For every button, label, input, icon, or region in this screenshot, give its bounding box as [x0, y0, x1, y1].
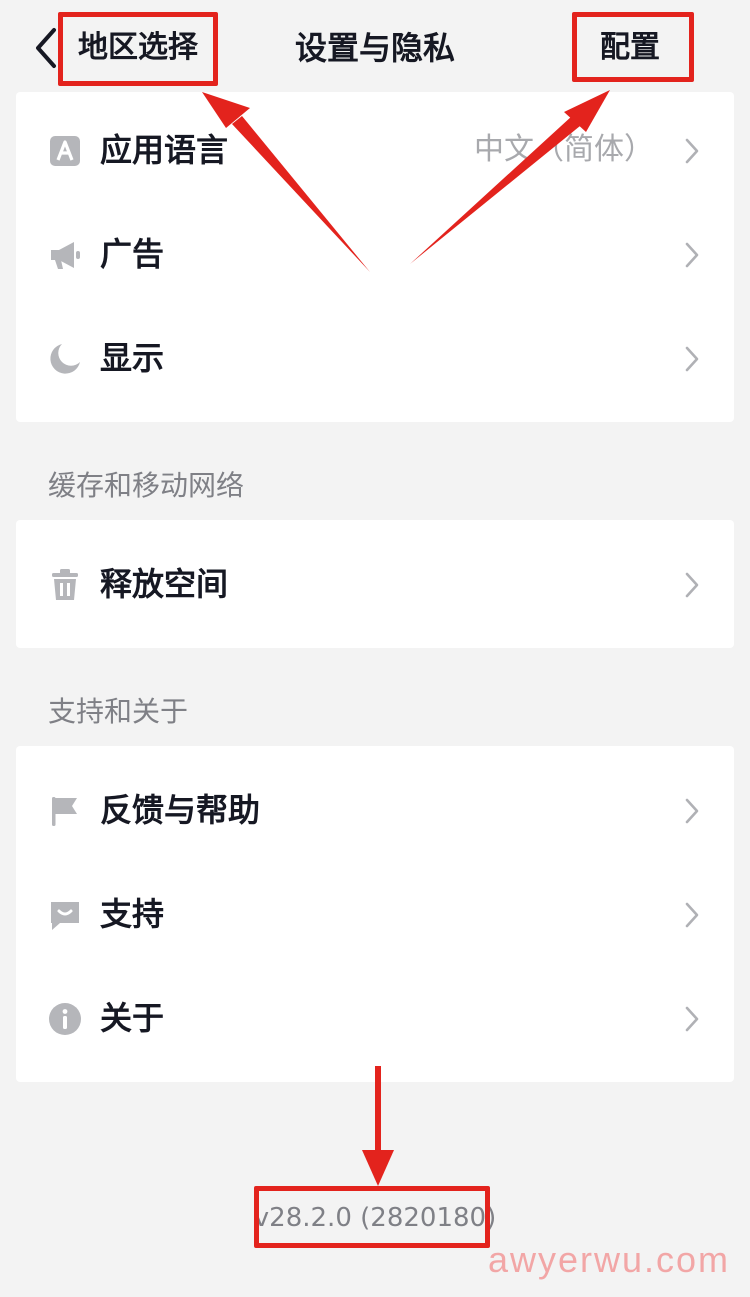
annotation-arrow-down — [375, 1066, 381, 1152]
annotation-arrows — [202, 90, 610, 1186]
watermark: awyerwu.com — [487, 1239, 730, 1280]
annotation-arrow-left — [232, 116, 370, 272]
annotation-arrow-right — [410, 116, 580, 264]
